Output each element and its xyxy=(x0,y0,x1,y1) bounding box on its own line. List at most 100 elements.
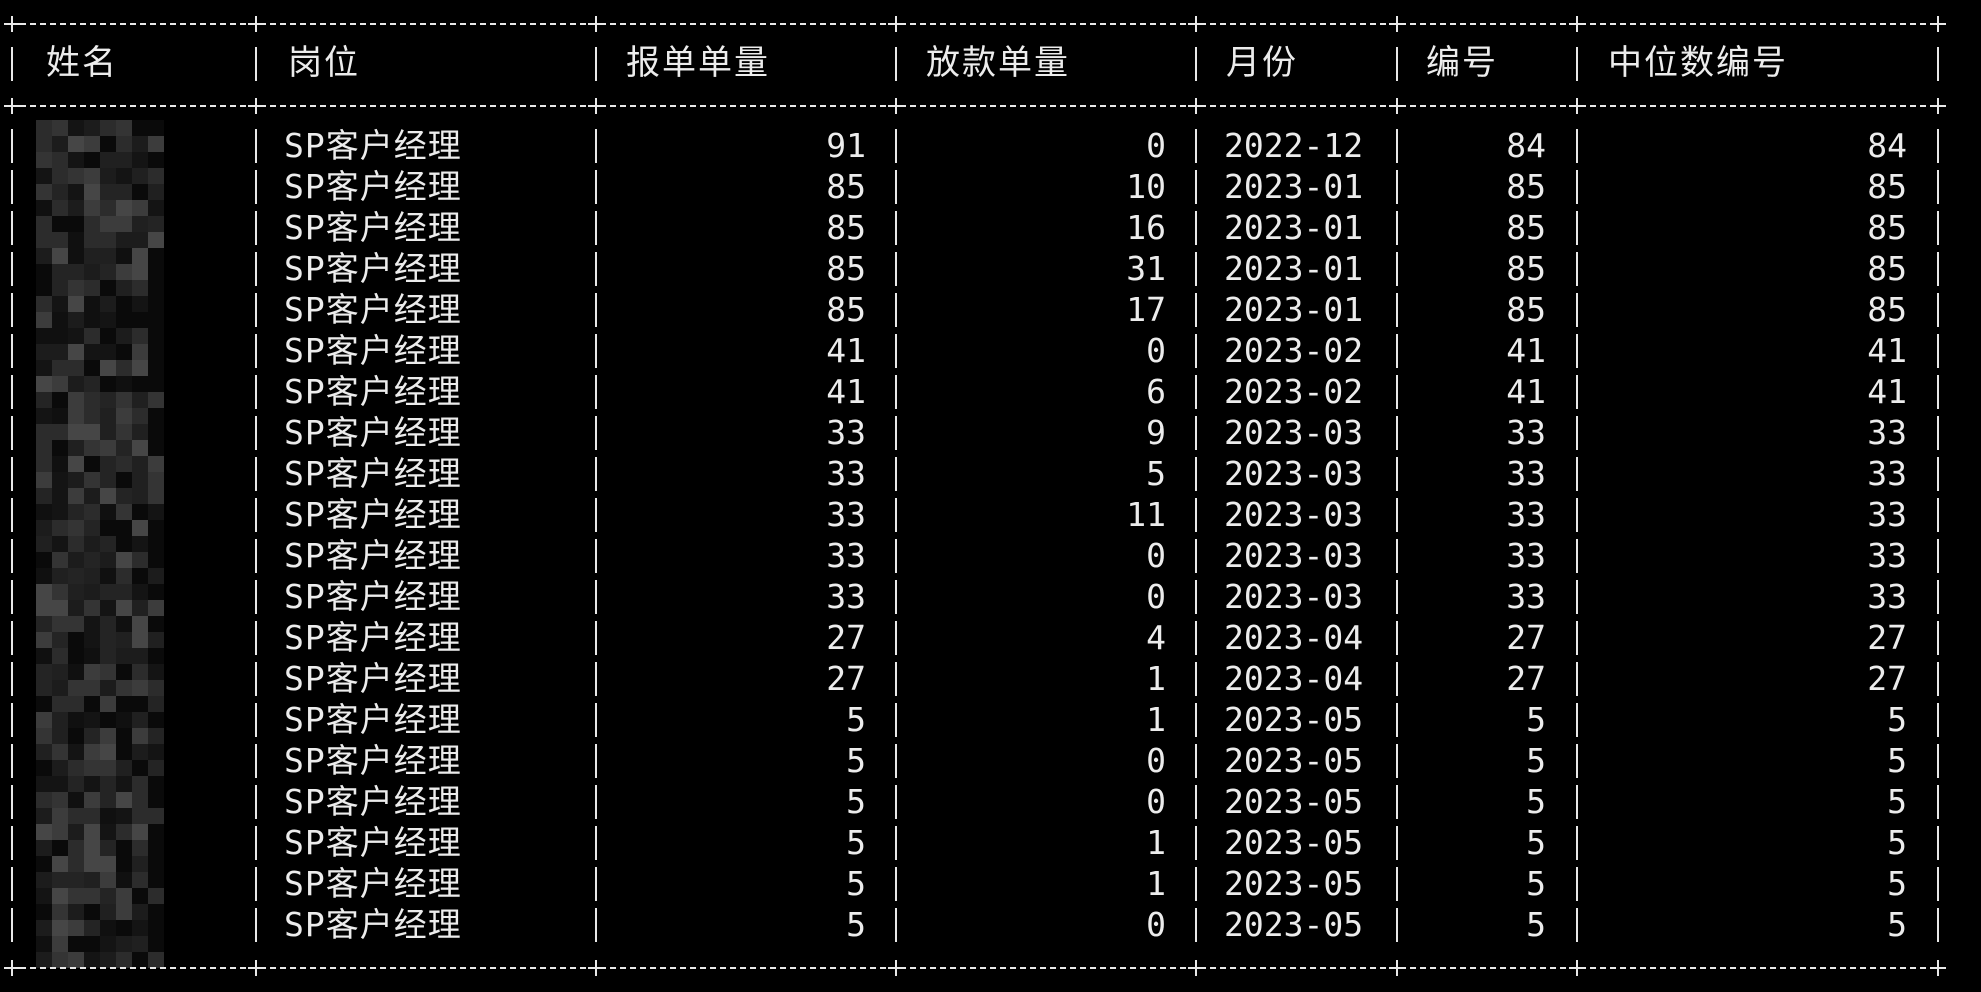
cell-position: SP客户经理 xyxy=(284,126,462,165)
cell-median-code: 41 xyxy=(1867,372,1907,411)
redaction-pixel xyxy=(148,456,164,472)
redaction-pixel xyxy=(36,248,52,264)
row-column-divider xyxy=(1937,867,1939,901)
table-bottom-border xyxy=(10,967,1946,969)
redaction-pixel xyxy=(68,840,84,856)
redaction-pixel xyxy=(84,600,100,616)
row-column-divider xyxy=(1576,580,1578,614)
redaction-pixel xyxy=(68,376,84,392)
redaction-pixel xyxy=(100,824,116,840)
row-column-divider xyxy=(11,416,13,450)
redaction-pixel xyxy=(36,488,52,504)
redaction-pixel xyxy=(52,360,68,376)
redaction-pixel xyxy=(116,504,132,520)
redaction-pixel xyxy=(132,344,148,360)
row-column-divider xyxy=(11,293,13,327)
redaction-pixel xyxy=(132,520,148,536)
redaction-pixel xyxy=(68,760,84,776)
redaction-pixel xyxy=(36,152,52,168)
cell-code: 33 xyxy=(1506,413,1546,452)
table-corner-plus xyxy=(888,16,904,32)
cell-position: SP客户经理 xyxy=(284,331,462,370)
cell-position: SP客户经理 xyxy=(284,495,462,534)
redaction-pixel xyxy=(68,408,84,424)
redaction-pixel xyxy=(68,152,84,168)
redaction-pixel xyxy=(52,440,68,456)
redaction-pixel xyxy=(36,232,52,248)
cell-report-count: 5 xyxy=(846,782,866,821)
cell-code: 5 xyxy=(1526,782,1546,821)
redaction-pixel xyxy=(52,232,68,248)
redaction-pixel xyxy=(100,728,116,744)
redaction-pixel xyxy=(132,232,148,248)
redaction-pixel xyxy=(84,520,100,536)
redaction-pixel xyxy=(116,568,132,584)
cell-month: 2023-05 xyxy=(1224,905,1364,944)
row-column-divider xyxy=(1195,580,1197,614)
redaction-pixel xyxy=(148,344,164,360)
row-column-divider xyxy=(895,703,897,737)
redaction-pixel xyxy=(132,616,148,632)
redaction-pixel xyxy=(100,360,116,376)
redaction-pixel xyxy=(52,696,68,712)
redaction-pixel xyxy=(116,344,132,360)
redaction-pixel xyxy=(68,296,84,312)
redaction-pixel xyxy=(68,200,84,216)
redaction-pixel xyxy=(132,952,148,968)
redaction-pixel xyxy=(68,120,84,136)
row-column-divider xyxy=(255,744,257,778)
cell-position: SP客户经理 xyxy=(284,864,462,903)
table-corner-plus xyxy=(248,16,264,32)
cell-report-count: 5 xyxy=(846,700,866,739)
cell-code: 41 xyxy=(1506,331,1546,370)
row-column-divider xyxy=(1937,293,1939,327)
redaction-pixel xyxy=(52,344,68,360)
row-column-divider xyxy=(1937,826,1939,860)
row-column-divider xyxy=(595,375,597,409)
redaction-pixel xyxy=(116,168,132,184)
row-column-divider xyxy=(895,170,897,204)
row-column-divider xyxy=(11,744,13,778)
header-column-divider xyxy=(11,47,13,81)
table-corner-plus xyxy=(1930,16,1946,32)
redaction-pixel xyxy=(52,952,68,968)
redaction-pixel xyxy=(116,600,132,616)
redaction-pixel xyxy=(68,584,84,600)
redacted-names-mosaic xyxy=(36,120,166,968)
row-column-divider xyxy=(595,621,597,655)
redaction-pixel xyxy=(116,520,132,536)
cell-median-code: 27 xyxy=(1867,618,1907,657)
redaction-pixel xyxy=(100,808,116,824)
redaction-pixel xyxy=(148,904,164,920)
redaction-pixel xyxy=(132,568,148,584)
redaction-pixel xyxy=(36,568,52,584)
redaction-pixel xyxy=(116,376,132,392)
redaction-pixel xyxy=(148,200,164,216)
redaction-pixel xyxy=(84,472,100,488)
row-column-divider xyxy=(11,457,13,491)
row-column-divider xyxy=(11,252,13,286)
cell-median-code: 33 xyxy=(1867,495,1907,534)
redaction-pixel xyxy=(116,280,132,296)
row-column-divider xyxy=(895,539,897,573)
redaction-pixel xyxy=(116,552,132,568)
redaction-pixel xyxy=(68,456,84,472)
redaction-pixel xyxy=(100,936,116,952)
row-column-divider xyxy=(1937,908,1939,942)
cell-report-count: 85 xyxy=(826,208,866,247)
row-column-divider xyxy=(1195,211,1197,245)
cell-loan-count: 0 xyxy=(1146,782,1166,821)
redaction-pixel xyxy=(52,648,68,664)
row-column-divider xyxy=(895,785,897,819)
table-corner-plus xyxy=(1389,98,1405,114)
redaction-pixel xyxy=(148,472,164,488)
cell-median-code: 5 xyxy=(1887,741,1907,780)
redaction-pixel xyxy=(116,408,132,424)
redaction-pixel xyxy=(36,344,52,360)
redaction-pixel xyxy=(148,952,164,968)
row-column-divider xyxy=(1937,129,1939,163)
row-column-divider xyxy=(895,744,897,778)
row-column-divider xyxy=(11,621,13,655)
redaction-pixel xyxy=(36,824,52,840)
row-column-divider xyxy=(1195,375,1197,409)
